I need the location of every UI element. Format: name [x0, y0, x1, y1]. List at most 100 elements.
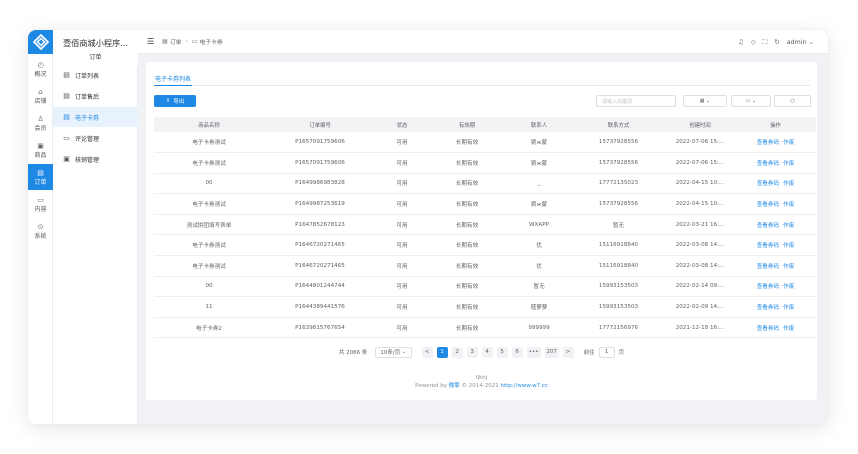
- void-link[interactable]: 作废: [783, 243, 794, 249]
- page-button[interactable]: 6: [511, 346, 523, 358]
- user-menu[interactable]: admin ⌄: [787, 38, 814, 46]
- rail-item[interactable]: ♙ 会员: [28, 110, 53, 136]
- main-rail: ◴ 概况 ⌂ 店铺 ♙ 会员 ▣ 商品 ▤ 订单 ▭ 内容 ⊙ 系统: [28, 30, 53, 424]
- brand-section: 订单: [89, 54, 102, 61]
- column-header: 商品名称: [198, 122, 220, 129]
- view-code-link[interactable]: 查看券码: [757, 264, 779, 270]
- void-link[interactable]: 作废: [783, 305, 794, 311]
- table-row: 电子卡券测试 P1657091759606 可用 长期有效 劉ж蒙 15737928556…: [154, 132, 816, 153]
- rail-item[interactable]: ◴ 概况: [28, 56, 53, 82]
- page-button[interactable]: 1: [436, 346, 448, 358]
- page-button[interactable]: 2: [451, 346, 463, 358]
- column-header: 联系人: [530, 122, 548, 129]
- void-link[interactable]: 作废: [783, 223, 794, 229]
- copyright-text: © 2014-2021: [459, 383, 501, 389]
- next-page-button[interactable]: >: [562, 346, 574, 358]
- search-input[interactable]: 请输入关键词: [596, 95, 676, 107]
- table-cell: 长期有效: [455, 181, 479, 188]
- page-size-select[interactable]: 10条/页 ⌄: [375, 346, 412, 358]
- table-cell: 15993153503: [598, 304, 639, 311]
- void-link[interactable]: 作废: [783, 181, 794, 187]
- page-button[interactable]: 4: [481, 346, 493, 358]
- export-button[interactable]: ⇩ 导出: [154, 95, 196, 107]
- table-cell: P1639815767654: [295, 324, 345, 331]
- void-link[interactable]: 作废: [783, 326, 794, 332]
- subnav-item[interactable]: ▭ 评论管理: [53, 128, 138, 148]
- rail-item-label: 内容: [34, 205, 47, 213]
- list-icon: ▤: [63, 70, 70, 79]
- logo[interactable]: [28, 30, 53, 54]
- powered-brand-link[interactable]: 微擎: [449, 383, 460, 389]
- subnav-item[interactable]: ▤ 电子卡券: [53, 107, 138, 127]
- fullscreen-icon[interactable]: ⛶: [763, 38, 767, 47]
- void-link[interactable]: 作废: [783, 284, 794, 290]
- page-button[interactable]: 207: [544, 346, 559, 358]
- view-code-link[interactable]: 查看券码: [757, 326, 779, 332]
- view-code-link[interactable]: 查看券码: [757, 181, 779, 187]
- rail-item[interactable]: ▤ 订单: [28, 164, 53, 190]
- rail-item[interactable]: ⊙ 系统: [28, 218, 53, 244]
- table-cell: P1647852678123: [295, 221, 345, 228]
- subnav-item[interactable]: ▤ 订单列表: [53, 65, 138, 85]
- table-cell: 可用: [396, 140, 408, 147]
- void-link[interactable]: 作废: [783, 140, 794, 146]
- page-size-label: 10条/页: [380, 350, 401, 356]
- refresh-icon[interactable]: ↻: [774, 38, 779, 46]
- prev-page-button[interactable]: <: [421, 346, 433, 358]
- rail-item-label: 订单: [34, 178, 47, 186]
- notification-icon[interactable]: ♫: [738, 38, 744, 46]
- subnav-item[interactable]: ▤ 订单售后: [53, 86, 138, 106]
- page-button[interactable]: 3: [466, 346, 478, 358]
- view-code-link[interactable]: 查看券码: [757, 284, 779, 290]
- rail-item[interactable]: ▣ 商品: [28, 137, 53, 163]
- void-link[interactable]: 作废: [783, 161, 794, 167]
- tab-bar: 电子卡券列表: [154, 72, 810, 86]
- export-icon: ⇩: [165, 98, 171, 104]
- powered-text: Powered by: [415, 383, 449, 389]
- page-unit: 页: [618, 350, 625, 356]
- table-cell: 15737928556: [598, 201, 639, 208]
- page-button[interactable]: •••: [526, 346, 541, 358]
- goto-label: 前往: [583, 350, 595, 356]
- footer-site-link[interactable]: http://www.w7.cc: [501, 383, 548, 389]
- view-code-link[interactable]: 查看券码: [757, 305, 779, 311]
- actions-cell: 查看券码 作废: [735, 153, 816, 174]
- filter-select-2[interactable]: ▭ ⌄: [731, 95, 771, 107]
- view-code-link[interactable]: 查看券码: [757, 243, 779, 249]
- actions-cell: 查看券码 作废: [735, 214, 816, 235]
- table-cell: _: [537, 180, 541, 187]
- subnav-item[interactable]: ▣ 核销管理: [53, 149, 138, 169]
- goto-input[interactable]: 1: [598, 346, 615, 358]
- tab-card-list[interactable]: 电子卡券列表: [154, 72, 193, 86]
- table-cell: 暂无: [612, 222, 625, 229]
- search-button[interactable]: ○: [774, 95, 811, 107]
- rail-item-label: 店铺: [34, 97, 47, 105]
- actions-cell: 查看券码 作废: [735, 194, 816, 215]
- void-link[interactable]: 作废: [783, 264, 794, 270]
- table-cell: 2022-04-15 10:...: [675, 201, 725, 208]
- breadcrumb-level2: 电子卡券: [199, 40, 223, 46]
- view-code-link[interactable]: 查看券码: [757, 161, 779, 167]
- settings-icon: ⊙: [37, 222, 44, 231]
- shield-icon[interactable]: ◇: [751, 38, 756, 46]
- table-cell: P1646720271465: [295, 242, 345, 249]
- table-cell: 电子卡券测试: [192, 263, 226, 270]
- table-cell: 可用: [396, 305, 408, 312]
- column-header: 操作: [770, 122, 781, 129]
- menu-toggle-icon[interactable]: ☰: [147, 37, 154, 46]
- view-code-link[interactable]: 查看券码: [757, 140, 779, 146]
- view-code-link[interactable]: 查看券码: [757, 202, 779, 208]
- rail-item[interactable]: ⌂ 店铺: [28, 83, 53, 109]
- table-cell: 17772135023: [598, 180, 639, 187]
- rail-item[interactable]: ▭ 内容: [28, 191, 53, 217]
- table-cell: 2021-12-18 16:...: [675, 324, 725, 331]
- filter-select-1[interactable]: ▦ ⌄: [683, 95, 727, 107]
- table-cell: 2022-03-08 14:...: [675, 262, 725, 269]
- rail-item-label: 会员: [34, 124, 47, 132]
- table-cell: P1644389441576: [295, 304, 345, 311]
- page-button[interactable]: 5: [496, 346, 508, 358]
- footer-line1: fjkhj: [475, 375, 488, 381]
- view-code-link[interactable]: 查看券码: [757, 223, 779, 229]
- breadcrumb-level1[interactable]: 订单: [170, 37, 182, 46]
- void-link[interactable]: 作废: [783, 202, 794, 208]
